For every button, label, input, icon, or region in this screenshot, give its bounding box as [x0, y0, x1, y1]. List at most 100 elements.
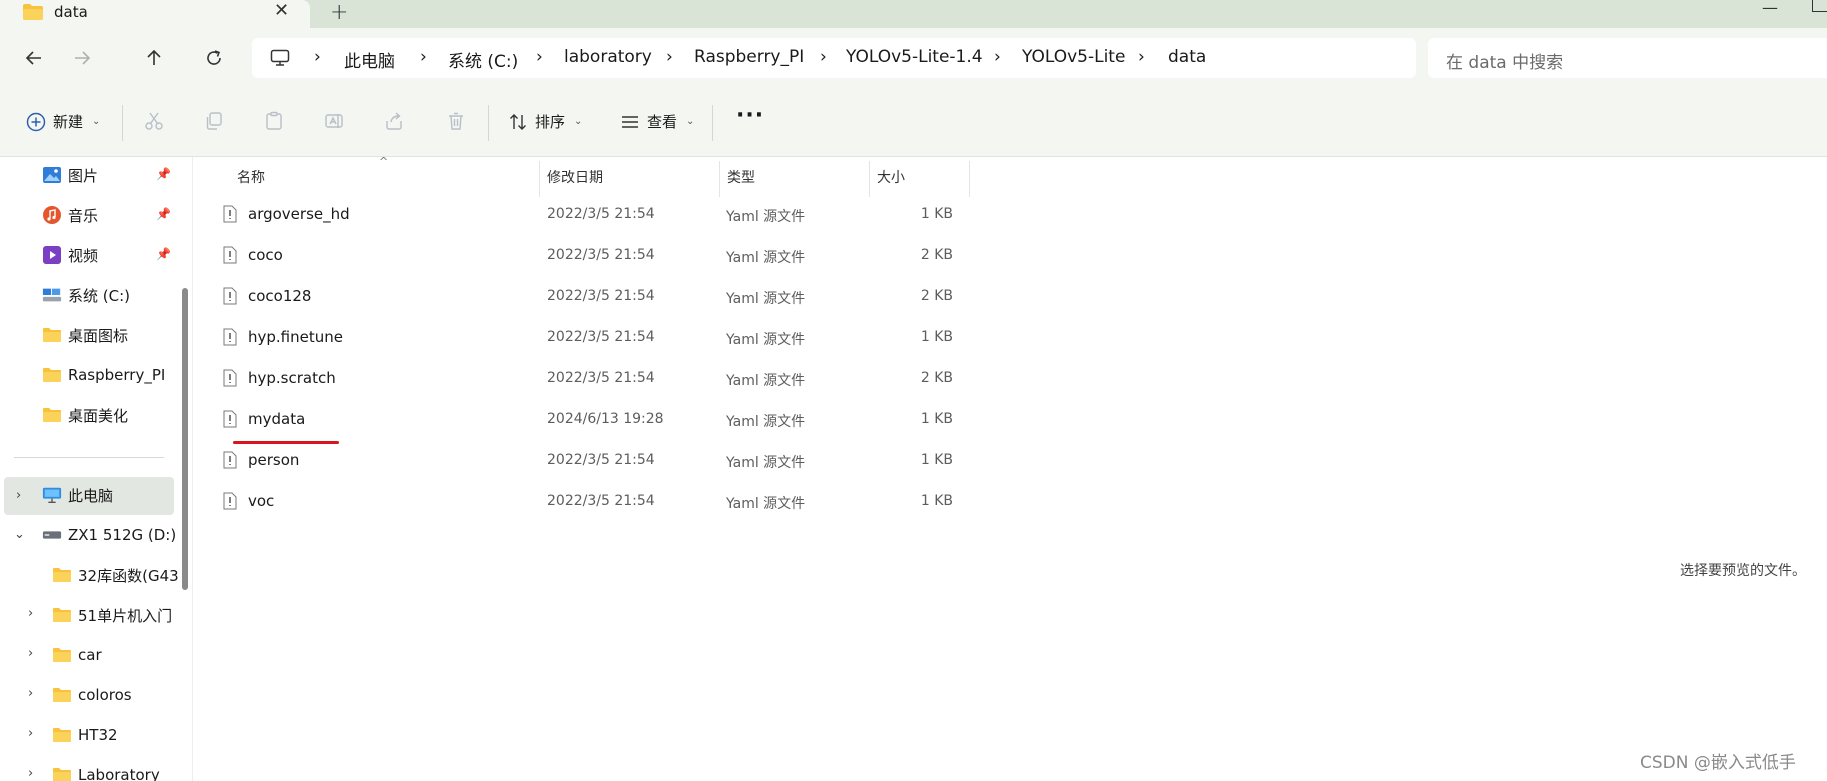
chevron-right-icon[interactable]: ›	[28, 606, 33, 621]
share-icon[interactable]	[384, 111, 404, 135]
table-row[interactable]: person 2022/3/5 21:54 Yaml 源文件 1 KB	[223, 444, 1163, 480]
table-row[interactable]: hyp.scratch 2022/3/5 21:54 Yaml 源文件 2 KB	[223, 362, 1163, 398]
search-placeholder: 在 data 中搜索	[1446, 53, 1564, 73]
sidebar-item-desktop-icons[interactable]: 桌面图标	[42, 317, 128, 353]
chevron-down-icon[interactable]: ⌄	[14, 527, 25, 542]
forward-button[interactable]	[68, 44, 96, 72]
column-divider[interactable]	[869, 161, 870, 197]
yaml-file-icon	[223, 205, 237, 227]
file-size: 1 KB	[920, 206, 953, 222]
sidebar-item-system-c[interactable]: 系统 (C:)	[42, 277, 130, 313]
minimize-button[interactable]: —	[1762, 0, 1778, 17]
sidebar-item-label: 桌面图标	[68, 326, 129, 345]
sidebar-item-music[interactable]: 音乐	[42, 197, 98, 233]
command-bar: 新建 ⌄ 排序 ⌄ 查看 ⌄ ···	[0, 89, 1827, 157]
sidebar-item-folder-car[interactable]: car	[52, 637, 102, 673]
table-row[interactable]: coco 2022/3/5 21:54 Yaml 源文件 2 KB	[223, 239, 1163, 275]
sidebar-item-folder-coloros[interactable]: coloros	[52, 677, 132, 713]
pictures-icon	[42, 165, 62, 185]
close-icon[interactable]: ✕	[274, 0, 289, 21]
breadcrumb-data[interactable]: data	[1168, 47, 1206, 67]
sidebar-item-drive-d[interactable]: ZX1 512G (D:)	[42, 517, 176, 553]
folder-icon	[52, 685, 72, 705]
column-header-name[interactable]: 名称	[237, 167, 265, 187]
new-tab-button[interactable]: +	[330, 0, 348, 25]
back-button[interactable]	[20, 44, 48, 72]
column-divider[interactable]	[969, 161, 970, 197]
file-type: Yaml 源文件	[726, 373, 806, 389]
breadcrumb-raspberry-pi[interactable]: Raspberry_PI	[694, 47, 804, 67]
table-row[interactable]: mydata 2024/6/13 19:28 Yaml 源文件 1 KB	[223, 403, 1163, 439]
breadcrumb-this-pc[interactable]: 此电脑	[344, 47, 395, 72]
file-name: mydata	[248, 410, 306, 428]
column-header-type[interactable]: 类型	[727, 167, 755, 187]
more-options-button[interactable]: ···	[736, 103, 764, 128]
tab-data[interactable]: data ✕	[0, 0, 310, 28]
breadcrumb-separator[interactable]: ›	[994, 47, 1001, 67]
new-button-label: 新建	[53, 113, 84, 131]
table-row[interactable]: argoverse_hd 2022/3/5 21:54 Yaml 源文件 1 K…	[223, 198, 1163, 234]
column-header-date[interactable]: 修改日期	[547, 167, 603, 187]
file-name: coco	[248, 246, 283, 264]
breadcrumb-yolov5-lite[interactable]: YOLOv5-Lite	[1022, 47, 1125, 67]
pin-icon[interactable]: 📌	[156, 247, 171, 261]
copy-icon[interactable]	[204, 111, 224, 135]
paste-icon[interactable]	[264, 111, 284, 135]
chevron-right-icon[interactable]: ›	[28, 686, 33, 701]
address-bar[interactable]: › 此电脑 › 系统 (C:) › laboratory › Raspberry…	[252, 38, 1416, 78]
arrow-left-icon	[25, 51, 41, 65]
up-button[interactable]	[140, 44, 168, 72]
sidebar-item-label: 系统 (C:)	[68, 286, 130, 305]
breadcrumb-laboratory[interactable]: laboratory	[564, 47, 652, 67]
new-button[interactable]: 新建 ⌄	[26, 111, 100, 132]
breadcrumb-yolov5-lite-1-4[interactable]: YOLOv5-Lite-1.4	[846, 47, 983, 67]
sidebar-item-folder-32lib[interactable]: 32库函数(G43	[52, 557, 179, 593]
chevron-right-icon[interactable]: ›	[28, 646, 33, 661]
chevron-right-icon[interactable]: ›	[16, 488, 21, 503]
folder-icon	[22, 3, 44, 25]
file-name: hyp.finetune	[248, 328, 343, 346]
breadcrumb-separator[interactable]: ›	[420, 47, 427, 67]
file-type: Yaml 源文件	[726, 250, 806, 266]
toolbar-divider	[122, 105, 123, 141]
column-divider[interactable]	[719, 161, 720, 197]
breadcrumb-separator[interactable]: ›	[820, 47, 827, 67]
pin-icon[interactable]: 📌	[156, 207, 171, 221]
drive-icon	[42, 285, 62, 305]
breadcrumb-separator[interactable]: ›	[666, 47, 673, 67]
breadcrumb-separator[interactable]: ›	[536, 47, 543, 67]
pin-icon[interactable]: 📌	[156, 167, 171, 181]
chevron-right-icon[interactable]: ›	[28, 766, 33, 781]
folder-icon	[42, 365, 62, 385]
sidebar-item-label: HT32	[78, 726, 118, 744]
sort-button[interactable]: 排序 ⌄	[508, 111, 582, 132]
breadcrumb-separator[interactable]: ›	[1138, 47, 1145, 67]
sidebar-scrollbar[interactable]	[182, 288, 188, 590]
folder-icon	[52, 725, 72, 745]
maximize-button[interactable]	[1812, 0, 1827, 12]
sidebar-item-folder-laboratory[interactable]: Laboratory	[52, 757, 160, 781]
refresh-button[interactable]	[200, 44, 228, 72]
column-header-size[interactable]: 大小	[877, 167, 905, 187]
yaml-file-icon	[223, 410, 237, 432]
table-row[interactable]: coco128 2022/3/5 21:54 Yaml 源文件 2 KB	[223, 280, 1163, 316]
table-row[interactable]: hyp.finetune 2022/3/5 21:54 Yaml 源文件 1 K…	[223, 321, 1163, 357]
view-button[interactable]: 查看 ⌄	[620, 111, 694, 132]
breadcrumb-system-c[interactable]: 系统 (C:)	[448, 47, 518, 72]
sidebar-item-pictures[interactable]: 图片	[42, 157, 98, 193]
sidebar-item-this-pc[interactable]: 此电脑	[42, 477, 113, 513]
sidebar-item-videos[interactable]: 视频	[42, 237, 98, 273]
cut-icon[interactable]	[144, 111, 164, 135]
chevron-right-icon[interactable]: ›	[28, 726, 33, 741]
sidebar-item-label: 视频	[68, 246, 99, 265]
table-row[interactable]: voc 2022/3/5 21:54 Yaml 源文件 1 KB	[223, 485, 1163, 521]
sidebar-divider	[14, 457, 164, 458]
column-divider[interactable]	[539, 161, 540, 197]
delete-icon[interactable]	[446, 111, 466, 135]
sidebar-item-raspberry-pi[interactable]: Raspberry_PI	[42, 357, 165, 393]
sidebar-item-folder-51mcu[interactable]: 51单片机入门	[52, 597, 172, 633]
rename-icon[interactable]	[324, 111, 344, 135]
sidebar-item-desktop-beautify[interactable]: 桌面美化	[42, 397, 128, 433]
search-input[interactable]: 在 data 中搜索	[1428, 38, 1827, 78]
sidebar-item-folder-ht32[interactable]: HT32	[52, 717, 118, 753]
